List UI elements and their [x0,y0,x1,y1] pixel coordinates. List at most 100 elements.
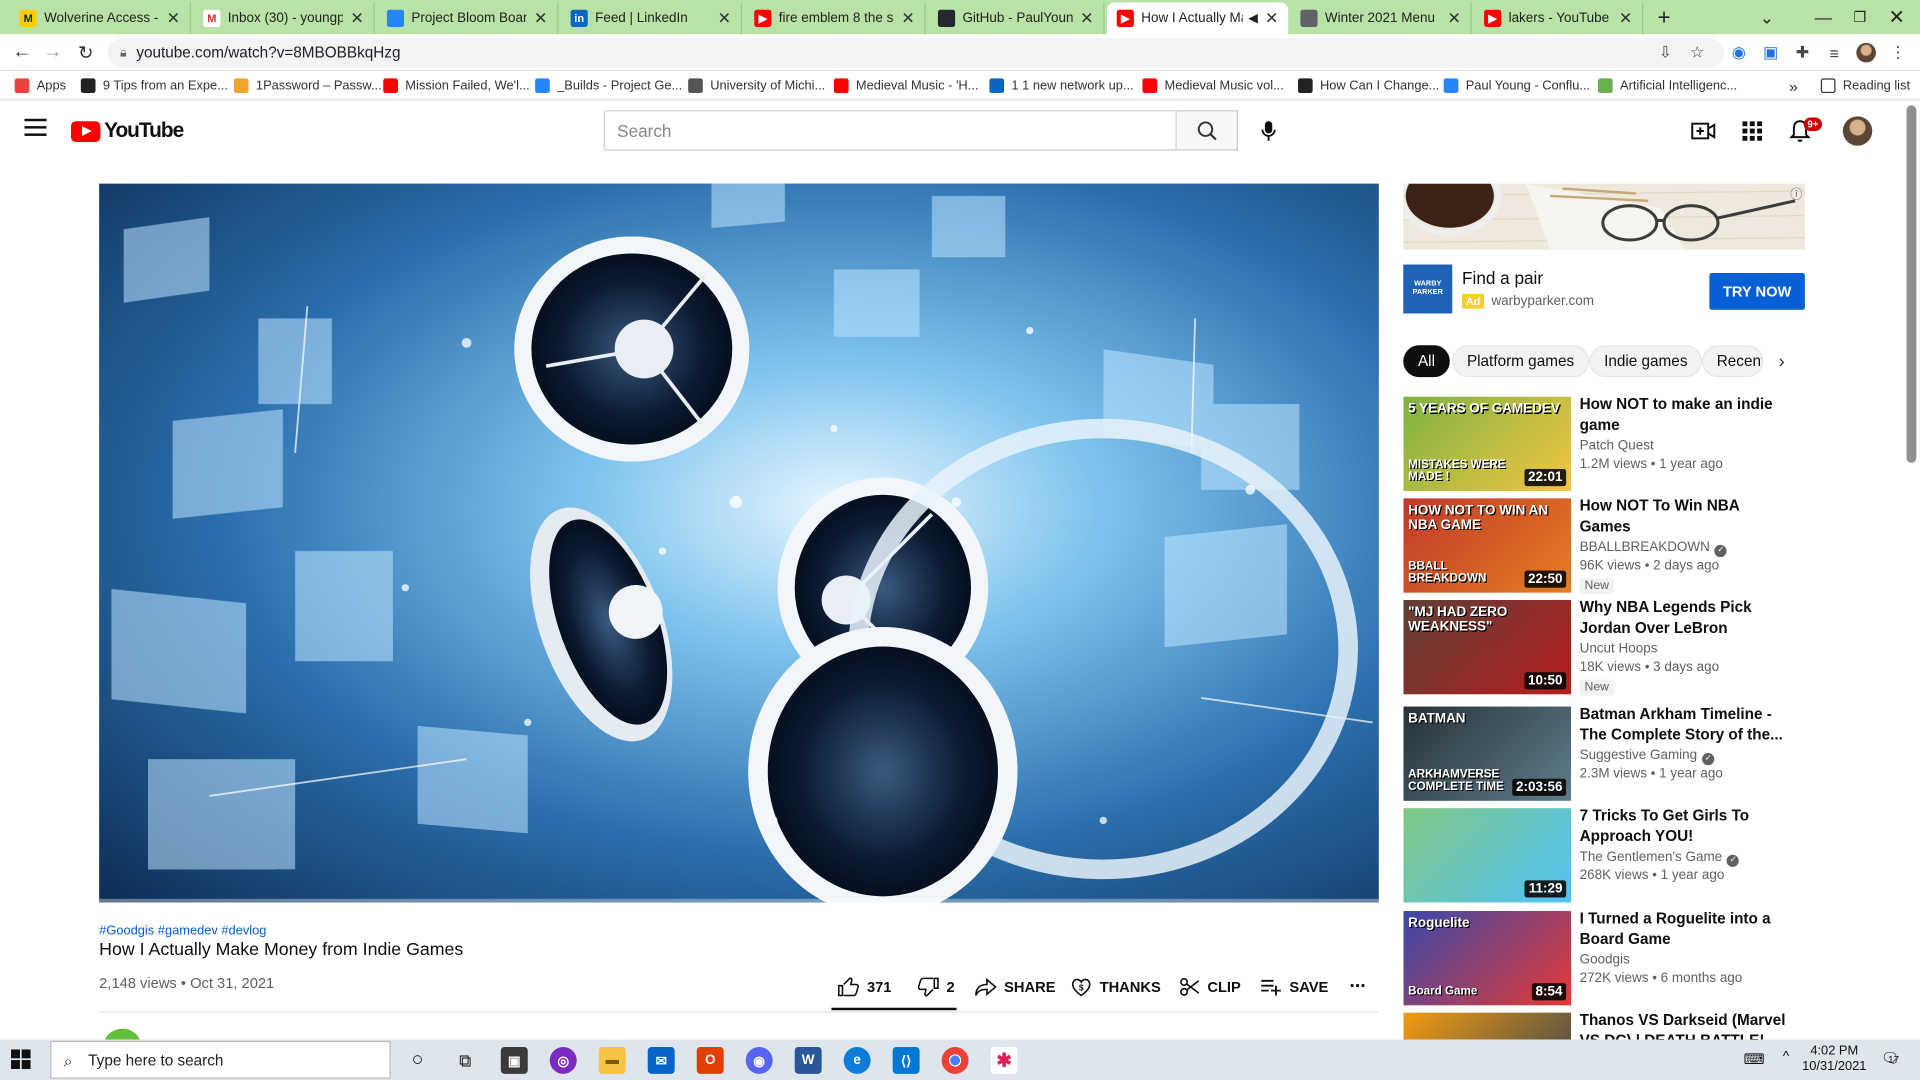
video-thumbnail[interactable]: HOW NOT TO WIN AN NBA GAME BBALL BREAKDOW… [1403,498,1572,593]
ad-info-icon[interactable]: ⓘ [1790,184,1802,202]
account-avatar[interactable] [1842,116,1873,146]
forward-icon[interactable]: → [40,40,64,64]
extensions-puzzle-icon[interactable]: ✚ [1793,43,1813,63]
video-progress-bar[interactable] [99,898,1379,903]
share-button[interactable]: SHARE [975,975,1056,999]
browser-tab[interactable]: Project Bloom Board - ✕ [377,2,559,35]
bookmark-item[interactable]: Medieval Music - 'H... [833,76,978,96]
keyboard-icon[interactable]: ⌨ [1744,1051,1765,1068]
video-thumbnail[interactable]: 11:29 [1403,808,1572,903]
bookmark-item[interactable]: Mission Failed, We'l... [383,76,530,96]
channel-name[interactable]: Goodgis [1580,953,1630,968]
bookmark-item[interactable]: 1Password – Passw... [233,76,382,96]
bookmark-item[interactable]: Artificial Intelligenc... [1597,76,1737,96]
channel-name[interactable]: Suggestive Gaming ✓ [1580,748,1715,766]
more-actions-button[interactable]: ... [1349,970,1365,994]
bookmark-item[interactable]: University of Michi... [688,76,825,96]
search-button[interactable] [1176,110,1238,151]
word-icon[interactable]: W [794,1046,822,1074]
mail-icon[interactable]: ✉ [647,1046,675,1074]
chip-all[interactable]: All [1403,345,1450,378]
office-icon[interactable]: O [696,1046,724,1074]
tab-search-icon[interactable]: ⌄ [1739,0,1795,34]
podcast-app-icon[interactable]: ◎ [549,1046,577,1074]
video-thumbnail[interactable]: 5 YEARS OF GAMEDEV MISTAKES WERE MADE ! 22… [1403,396,1572,492]
windows-start-icon[interactable] [11,1049,31,1069]
url-field[interactable]: 🔒︎ youtube.com/watch?v=8MBOBBkqHzg [107,37,1725,68]
tab-close-icon[interactable]: ✕ [167,9,180,29]
recommended-video-title[interactable]: Batman Arkham Timeline - The Complete St… [1580,704,1788,744]
tab-close-icon[interactable]: ✕ [718,9,731,29]
tab-close-icon[interactable]: ✕ [901,9,914,29]
browser-tab[interactable]: Winter 2021 Menu ✕ [1291,2,1472,35]
reload-icon[interactable]: ↻ [73,40,97,64]
notification-center-icon[interactable]: 🗨︎ 17 [1881,1049,1900,1066]
like-button[interactable]: 371 [837,975,891,999]
tab-close-icon[interactable]: ✕ [350,9,363,29]
apps-grid-icon[interactable] [1739,118,1766,145]
recommended-video[interactable]: 5 YEARS OF GAMEDEV MISTAKES WERE MADE ! 22… [1403,396,1773,495]
recommended-video-title[interactable]: How NOT to make an indie game [1580,394,1788,434]
dislike-button[interactable]: 2 [917,975,955,999]
tab-close-icon[interactable]: ✕ [1080,9,1093,29]
browser-tab[interactable]: M Inbox (30) - youngpau ✕ [193,2,375,35]
channel-name[interactable]: Patch Quest [1580,438,1654,453]
bookmark-item[interactable]: _Builds - Project Ge... [535,76,682,96]
tab-close-icon[interactable]: ✕ [1265,9,1278,29]
chevron-right-icon[interactable]: › [1771,350,1793,372]
chip-recent[interactable]: Recent [1702,345,1764,378]
browser-tab[interactable]: GitHub - PaulYoung-d ✕ [928,2,1105,35]
create-video-icon[interactable] [1690,118,1717,145]
reading-list-button[interactable]: Reading list [1820,76,1910,96]
chip-platform-games[interactable]: Platform games [1452,345,1589,378]
taskbar-search-field[interactable]: ⌕ Type here to search [50,1040,391,1079]
hashtags-link[interactable]: #Goodgis #gamedev #devlog [99,923,266,938]
tab-close-icon[interactable]: ✕ [1619,9,1632,29]
bookmark-item[interactable]: 9 Tips from an Expe... [80,76,228,96]
recommended-video[interactable]: HOW NOT TO WIN AN NBA GAME BBALL BREAKDOW… [1403,497,1770,596]
youtube-logo[interactable]: YouTube [71,119,184,143]
ad-title[interactable]: Find a pair [1462,268,1543,288]
chip-indie-games[interactable]: Indie games [1589,345,1703,378]
video-thumbnail[interactable]: "MJ HAD ZERO WEAKNESS" 10:50 [1403,600,1572,695]
slack-icon[interactable]: ✱ [990,1046,1018,1074]
recommended-video-title[interactable]: I Turned a Roguelite into a Board Game [1580,909,1788,949]
browser-menu-icon[interactable]: ⋮ [1888,43,1908,63]
show-hidden-icons-chevron[interactable]: ^ [1783,1049,1789,1064]
bookmark-star-icon[interactable]: ☆ [1687,43,1707,63]
video-thumbnail[interactable]: Roguelite Board Game 8:54 [1403,911,1572,1006]
browser-tab[interactable]: in Feed | LinkedIn ✕ [561,2,743,35]
ad-banner-image[interactable] [1403,183,1805,250]
more-bookmarks-button[interactable]: » [1789,76,1798,96]
thanks-button[interactable]: $ THANKS [1070,975,1161,999]
extension-1password-icon[interactable]: ◉ [1729,43,1749,63]
video-player[interactable] [99,183,1379,903]
back-icon[interactable]: ← [10,40,34,64]
close-window-button[interactable]: ✕ [1869,0,1920,34]
profile-avatar-icon[interactable] [1856,42,1876,63]
recommended-video[interactable]: BATMAN ARKHAMVERSE COMPLETE TIME 2:03:56 Ba… [1403,705,1783,805]
clip-button[interactable]: CLIP [1179,975,1241,999]
new-tab-button[interactable]: + [1646,0,1683,34]
hamburger-menu-icon[interactable] [24,118,47,136]
bookmark-item[interactable]: Medieval Music vol... [1142,76,1284,96]
taskbar-clock[interactable]: 4:02 PM 10/31/2021 [1798,1043,1871,1075]
cortana-icon[interactable]: ○ [404,1047,431,1074]
video-thumbnail[interactable]: BATMAN ARKHAMVERSE COMPLETE TIME 2:03:56 [1403,706,1572,801]
voice-search-button[interactable] [1251,114,1284,147]
media-control-icon[interactable]: ≡ [1824,43,1844,63]
channel-name[interactable]: BBALLBREAKDOWN ✓ [1580,540,1727,558]
search-input[interactable]: Search [603,110,1177,151]
recommended-video[interactable]: Roguelite Board Game 8:54 I Turned a Roguel… [1403,910,1771,1009]
recommended-video-title[interactable]: How NOT To Win NBA Games [1580,496,1788,536]
edge-icon[interactable]: e [843,1046,871,1074]
recommended-video[interactable]: "MJ HAD ZERO WEAKNESS" 10:50 Why NBA Legen… [1403,599,1770,698]
apps-shortcut[interactable]: Apps [14,76,66,96]
browser-tab[interactable]: ▶ fire emblem 8 the sac ✕ [744,2,926,35]
channel-name[interactable]: Uncut Hoops [1580,642,1658,657]
ad-try-now-button[interactable]: TRY NOW [1709,273,1805,310]
save-button[interactable]: SAVE [1260,975,1328,999]
recommended-video[interactable]: 11:29 7 Tricks To Get Girls To Approach Y… [1403,807,1770,906]
browser-tab[interactable]: M Wolverine Access - Fin ✕ [10,2,192,35]
extension-screen-icon[interactable]: ▣ [1761,43,1781,63]
